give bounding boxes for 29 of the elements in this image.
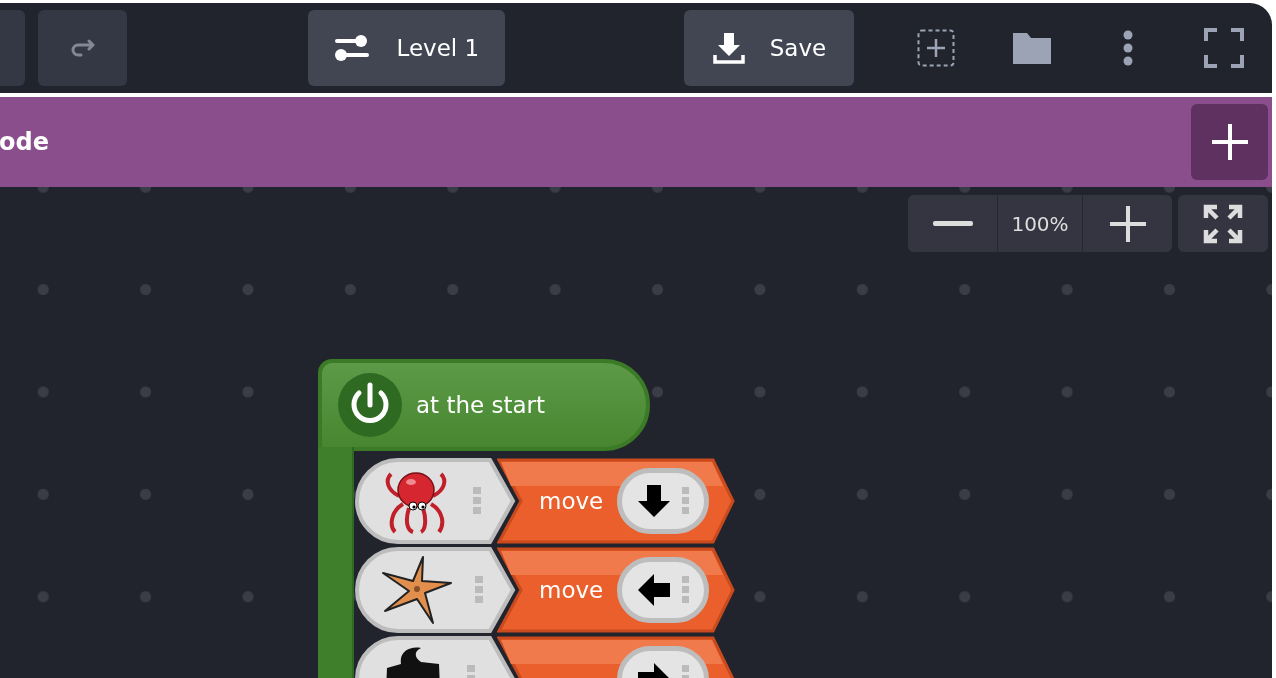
plus-icon xyxy=(1107,203,1148,244)
grip-icon xyxy=(473,487,481,515)
grip-icon xyxy=(682,487,689,515)
save-button[interactable]: Save xyxy=(684,10,854,86)
start-event-block[interactable]: at the start xyxy=(318,359,650,451)
sliders-icon xyxy=(334,35,371,61)
move-block[interactable]: move xyxy=(497,547,735,633)
block-label: move xyxy=(539,488,605,514)
fullscreen-icon xyxy=(1204,28,1244,68)
sprite-block[interactable] xyxy=(355,458,517,544)
minus-icon xyxy=(932,220,973,227)
block-label: move xyxy=(539,577,605,603)
fit-to-screen-button[interactable] xyxy=(1178,195,1268,252)
dashed-plus-icon xyxy=(917,29,955,67)
expand-arrows-icon xyxy=(1203,203,1243,244)
category-title: ode xyxy=(0,128,49,156)
grip-icon xyxy=(475,576,483,604)
plus-icon xyxy=(1209,122,1250,162)
more-icon xyxy=(1122,30,1134,66)
level-button[interactable]: Level 1 xyxy=(308,10,506,86)
move-block[interactable]: move xyxy=(497,458,735,544)
grip-icon xyxy=(682,576,689,604)
folder-icon xyxy=(1012,31,1052,65)
sprite-block[interactable] xyxy=(355,547,517,633)
add-button[interactable] xyxy=(1191,104,1268,180)
starfish-icon xyxy=(381,555,453,625)
download-icon xyxy=(711,31,746,65)
block-label: at the start xyxy=(416,392,546,418)
power-icon xyxy=(338,373,402,437)
